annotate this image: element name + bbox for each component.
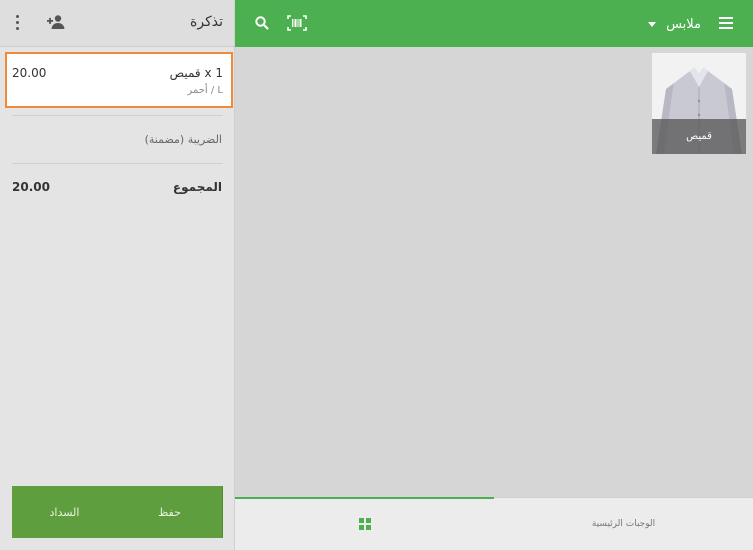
line-item-variant: أحمر / L xyxy=(187,85,223,96)
tax-label: الضريبة (مضمنة) xyxy=(144,133,222,146)
more-options-icon[interactable] xyxy=(14,15,20,31)
tab-all-items[interactable] xyxy=(235,497,494,550)
pay-button[interactable]: السداد xyxy=(12,486,117,538)
total-label: المجموع xyxy=(172,180,222,194)
line-item-name: قميص x 1 xyxy=(169,66,223,80)
product-name: قميص xyxy=(652,119,746,154)
line-item-amount: 20.00 xyxy=(12,66,47,80)
ticket-panel: تذكرة قميص x 1 أحمر / L 20.00 الضريبة (م… xyxy=(0,0,235,550)
save-button[interactable]: حفظ xyxy=(117,486,223,538)
add-customer-icon[interactable] xyxy=(46,14,66,30)
ticket-line-item[interactable]: قميص x 1 أحمر / L 20.00 xyxy=(5,52,233,108)
barcode-scan-icon[interactable] xyxy=(287,15,307,31)
ticket-actions: السداد حفظ xyxy=(12,486,223,538)
top-app-bar: ملابس xyxy=(235,0,753,47)
divider xyxy=(12,163,223,164)
tab-favorites[interactable]: الوجبات الرئيسية xyxy=(494,498,753,550)
bottom-tab-bar: الوجبات الرئيسية xyxy=(235,497,753,550)
search-icon[interactable] xyxy=(254,15,270,31)
total-amount: 20.00 xyxy=(12,180,50,194)
ticket-title: تذكرة xyxy=(190,14,223,30)
tab-favorites-label: الوجبات الرئيسية xyxy=(591,519,656,529)
product-tile[interactable]: قميص xyxy=(652,53,746,154)
caret-down-icon xyxy=(648,21,657,27)
menu-icon[interactable] xyxy=(719,17,733,29)
category-dropdown[interactable]: ملابس xyxy=(648,15,701,33)
divider xyxy=(12,115,223,116)
ticket-header: تذكرة xyxy=(0,0,235,47)
category-label: ملابس xyxy=(666,16,701,32)
grid-icon xyxy=(358,518,371,530)
